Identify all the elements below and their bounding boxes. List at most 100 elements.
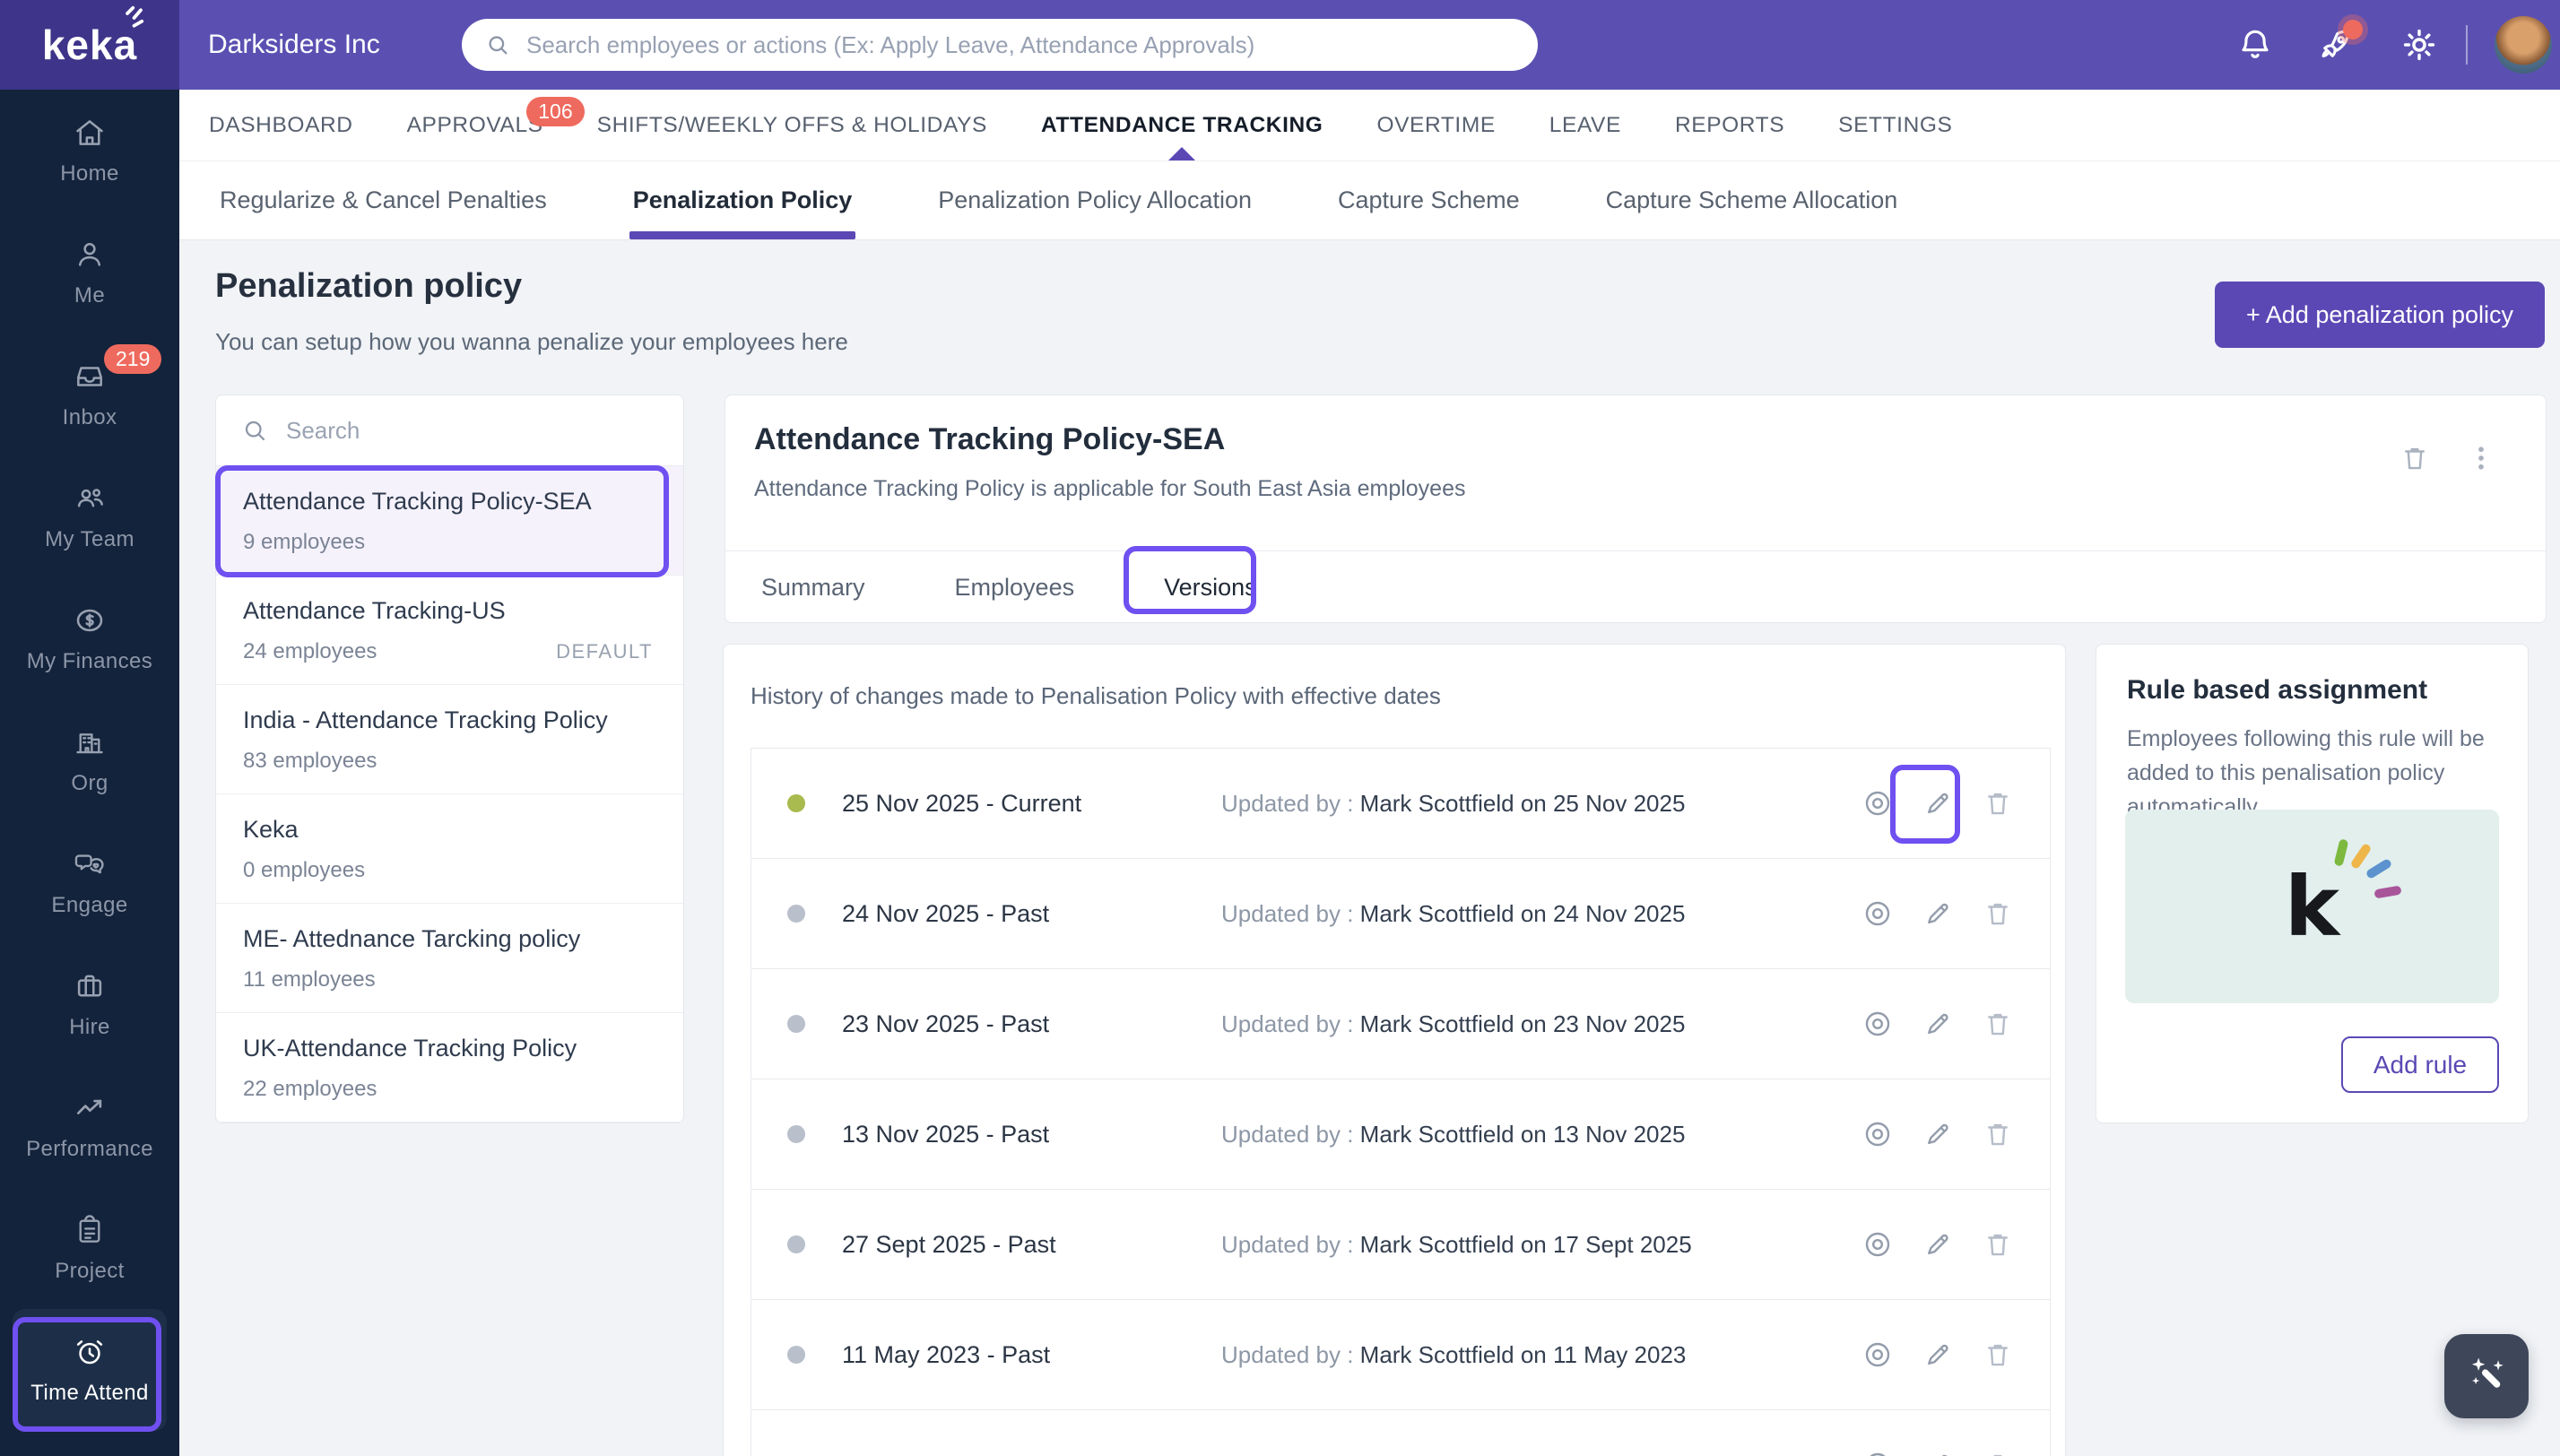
sidebar-item-hire[interactable]: Hire: [13, 943, 167, 1065]
policy-list-item[interactable]: Attendance Tracking-US 24 employees DEFA…: [216, 576, 683, 685]
policy-list-item[interactable]: Attendance Tracking Policy-SEA 9 employe…: [216, 466, 683, 576]
policy-employee-count: 83 employees: [243, 749, 377, 773]
sidebar-item-time-attend[interactable]: Time Attend: [13, 1309, 167, 1431]
logo-spark: [2333, 837, 2349, 867]
policy-list-item[interactable]: Keka 0 employees: [216, 794, 683, 904]
trash-icon[interactable]: [1982, 787, 2014, 819]
keka-logo[interactable]: keka: [0, 0, 179, 90]
top-nav-tab[interactable]: SETTINGS: [1838, 90, 1952, 160]
sidebar-item-engage[interactable]: Engage: [13, 821, 167, 943]
bell-icon[interactable]: [2235, 25, 2275, 65]
pencil-icon[interactable]: [1922, 787, 1954, 819]
home-icon: [76, 119, 103, 145]
eye-icon[interactable]: [1861, 897, 1894, 930]
logo-spark: [2373, 884, 2402, 899]
add-penalization-policy-button[interactable]: + Add penalization policy: [2215, 282, 2545, 348]
page-header: Penalization policy You can setup how yo…: [179, 240, 2560, 394]
top-nav-tab[interactable]: REPORTS: [1675, 90, 1784, 160]
user-avatar[interactable]: [2495, 16, 2552, 74]
eye-icon[interactable]: [1861, 787, 1894, 819]
version-updated-by: Updated by : Mark Scottfield on 23 Nov 2…: [1221, 1010, 1686, 1037]
rocket-notification-dot: [2343, 20, 2363, 39]
global-search[interactable]: [462, 19, 1538, 71]
top-nav-tab[interactable]: ATTENDANCE TRACKING: [1041, 90, 1323, 160]
policy-list: Attendance Tracking Policy-SEA 9 employe…: [216, 466, 683, 1122]
trash-icon[interactable]: [1982, 1339, 2014, 1371]
sidebar-item-project[interactable]: Project: [13, 1187, 167, 1309]
trash-icon[interactable]: [2399, 442, 2431, 474]
policy-employee-count: 24 employees: [243, 639, 377, 663]
trash-icon[interactable]: [1982, 1449, 2014, 1456]
sub-nav-tab[interactable]: Regularize & Cancel Penalties: [220, 161, 547, 239]
global-search-input[interactable]: [525, 30, 1514, 60]
eye-icon[interactable]: [1861, 1449, 1894, 1456]
inbox-icon: [77, 366, 102, 386]
sub-nav-tab[interactable]: Capture Scheme: [1338, 161, 1520, 239]
content-area: Attendance Tracking Policy-SEA 9 employe…: [179, 394, 2560, 1456]
trash-icon[interactable]: [1982, 897, 2014, 930]
hire-icon: [77, 975, 102, 997]
top-nav-tab[interactable]: OVERTIME: [1376, 90, 1495, 160]
policy-list-item[interactable]: India - Attendance Tracking Policy 83 em…: [216, 685, 683, 794]
policy-search[interactable]: [216, 395, 683, 466]
sidebar-item-performance[interactable]: Performance: [13, 1065, 167, 1187]
trash-icon[interactable]: [1982, 1118, 2014, 1150]
eye-icon[interactable]: [1861, 1228, 1894, 1261]
policy-search-input[interactable]: [284, 415, 658, 446]
version-status-dot: [787, 905, 805, 923]
top-nav-tab[interactable]: APPROVALS 106: [407, 90, 585, 160]
version-date: 25 Nov 2025 - Current: [842, 789, 1082, 817]
add-rule-button[interactable]: Add rule: [2341, 1036, 2499, 1093]
sidebar-item-org[interactable]: Org: [13, 699, 167, 821]
pencil-icon[interactable]: [1922, 1449, 1954, 1456]
module-nav: DASHBOARD APPROVALS 106 SHIFTS/WEEKLY OF…: [179, 90, 2560, 161]
version-row: 24 Nov 2025 - Past Updated by : Mark Sco…: [751, 859, 2050, 969]
version-row: 13 Nov 2025 - Past Updated by : Mark Sco…: [751, 1079, 2050, 1190]
pencil-icon[interactable]: [1922, 897, 1954, 930]
person-icon: [78, 242, 101, 266]
policy-list-item[interactable]: ME- Attednance Tarcking policy 11 employ…: [216, 904, 683, 1013]
trash-icon[interactable]: [1982, 1008, 2014, 1040]
policy-detail-panel: Attendance Tracking Policy-SEA Attendanc…: [725, 394, 2547, 623]
eye-icon[interactable]: [1861, 1008, 1894, 1040]
sub-nav-tab[interactable]: Capture Scheme Allocation: [1606, 161, 1898, 239]
inbox-count-badge: 219: [104, 344, 162, 374]
version-row: 23 Nov 2025 - Past Updated by : Mark Sco…: [751, 969, 2050, 1079]
top-nav-tab[interactable]: SHIFTS/WEEKLY OFFS & HOLIDAYS: [597, 90, 987, 160]
top-nav-tab[interactable]: DASHBOARD: [209, 90, 353, 160]
version-updated-by: Updated by : Mark Scottfield on 17 Sept …: [1221, 1230, 1692, 1258]
pencil-icon[interactable]: [1922, 1008, 1954, 1040]
sidebar-item-home[interactable]: Home: [13, 90, 167, 212]
sidebar-item-inbox[interactable]: 219 Inbox: [13, 334, 167, 455]
eye-icon[interactable]: [1861, 1118, 1894, 1150]
gear-icon[interactable]: [2399, 25, 2439, 65]
engage-icon: [74, 854, 104, 873]
kebab-menu-icon[interactable]: [2465, 442, 2497, 474]
sidebar-item-my-team[interactable]: My Team: [13, 455, 167, 577]
pencil-icon[interactable]: [1922, 1339, 1954, 1371]
policy-list-item[interactable]: UK-Attendance Tracking Policy 22 employe…: [216, 1013, 683, 1122]
rocket-icon[interactable]: [2316, 20, 2363, 65]
policy-detail-tab[interactable]: Versions: [1164, 574, 1257, 602]
sub-nav-tab[interactable]: Penalization Policy Allocation: [938, 161, 1252, 239]
keka-logo-placeholder: k: [2125, 810, 2499, 1003]
sidebar-item-me[interactable]: Me: [13, 212, 167, 334]
top-nav-tab[interactable]: LEAVE: [1549, 90, 1621, 160]
trash-icon[interactable]: [1982, 1228, 2014, 1261]
policy-detail-tab[interactable]: Employees: [955, 574, 1075, 602]
policy-detail-tab[interactable]: Summary: [761, 574, 865, 602]
org-icon: [76, 732, 103, 753]
assistant-wand-button[interactable]: [2444, 1334, 2529, 1418]
search-icon: [489, 36, 508, 55]
pencil-icon[interactable]: [1922, 1228, 1954, 1261]
pencil-icon[interactable]: [1922, 1118, 1954, 1150]
policy-name: UK-Attendance Tracking Policy: [243, 1035, 577, 1062]
alarm-clock-icon: [76, 1339, 103, 1364]
sidebar-item-my-finances[interactable]: My Finances: [13, 577, 167, 699]
sub-nav-tab[interactable]: Penalization Policy: [629, 161, 855, 239]
policy-name: India - Attendance Tracking Policy: [243, 706, 608, 733]
section-nav: Regularize & Cancel Penalties Penalizati…: [179, 161, 2560, 240]
search-icon: [245, 420, 265, 441]
policy-detail-title: Attendance Tracking Policy-SEA: [754, 422, 1226, 456]
eye-icon[interactable]: [1861, 1339, 1894, 1371]
